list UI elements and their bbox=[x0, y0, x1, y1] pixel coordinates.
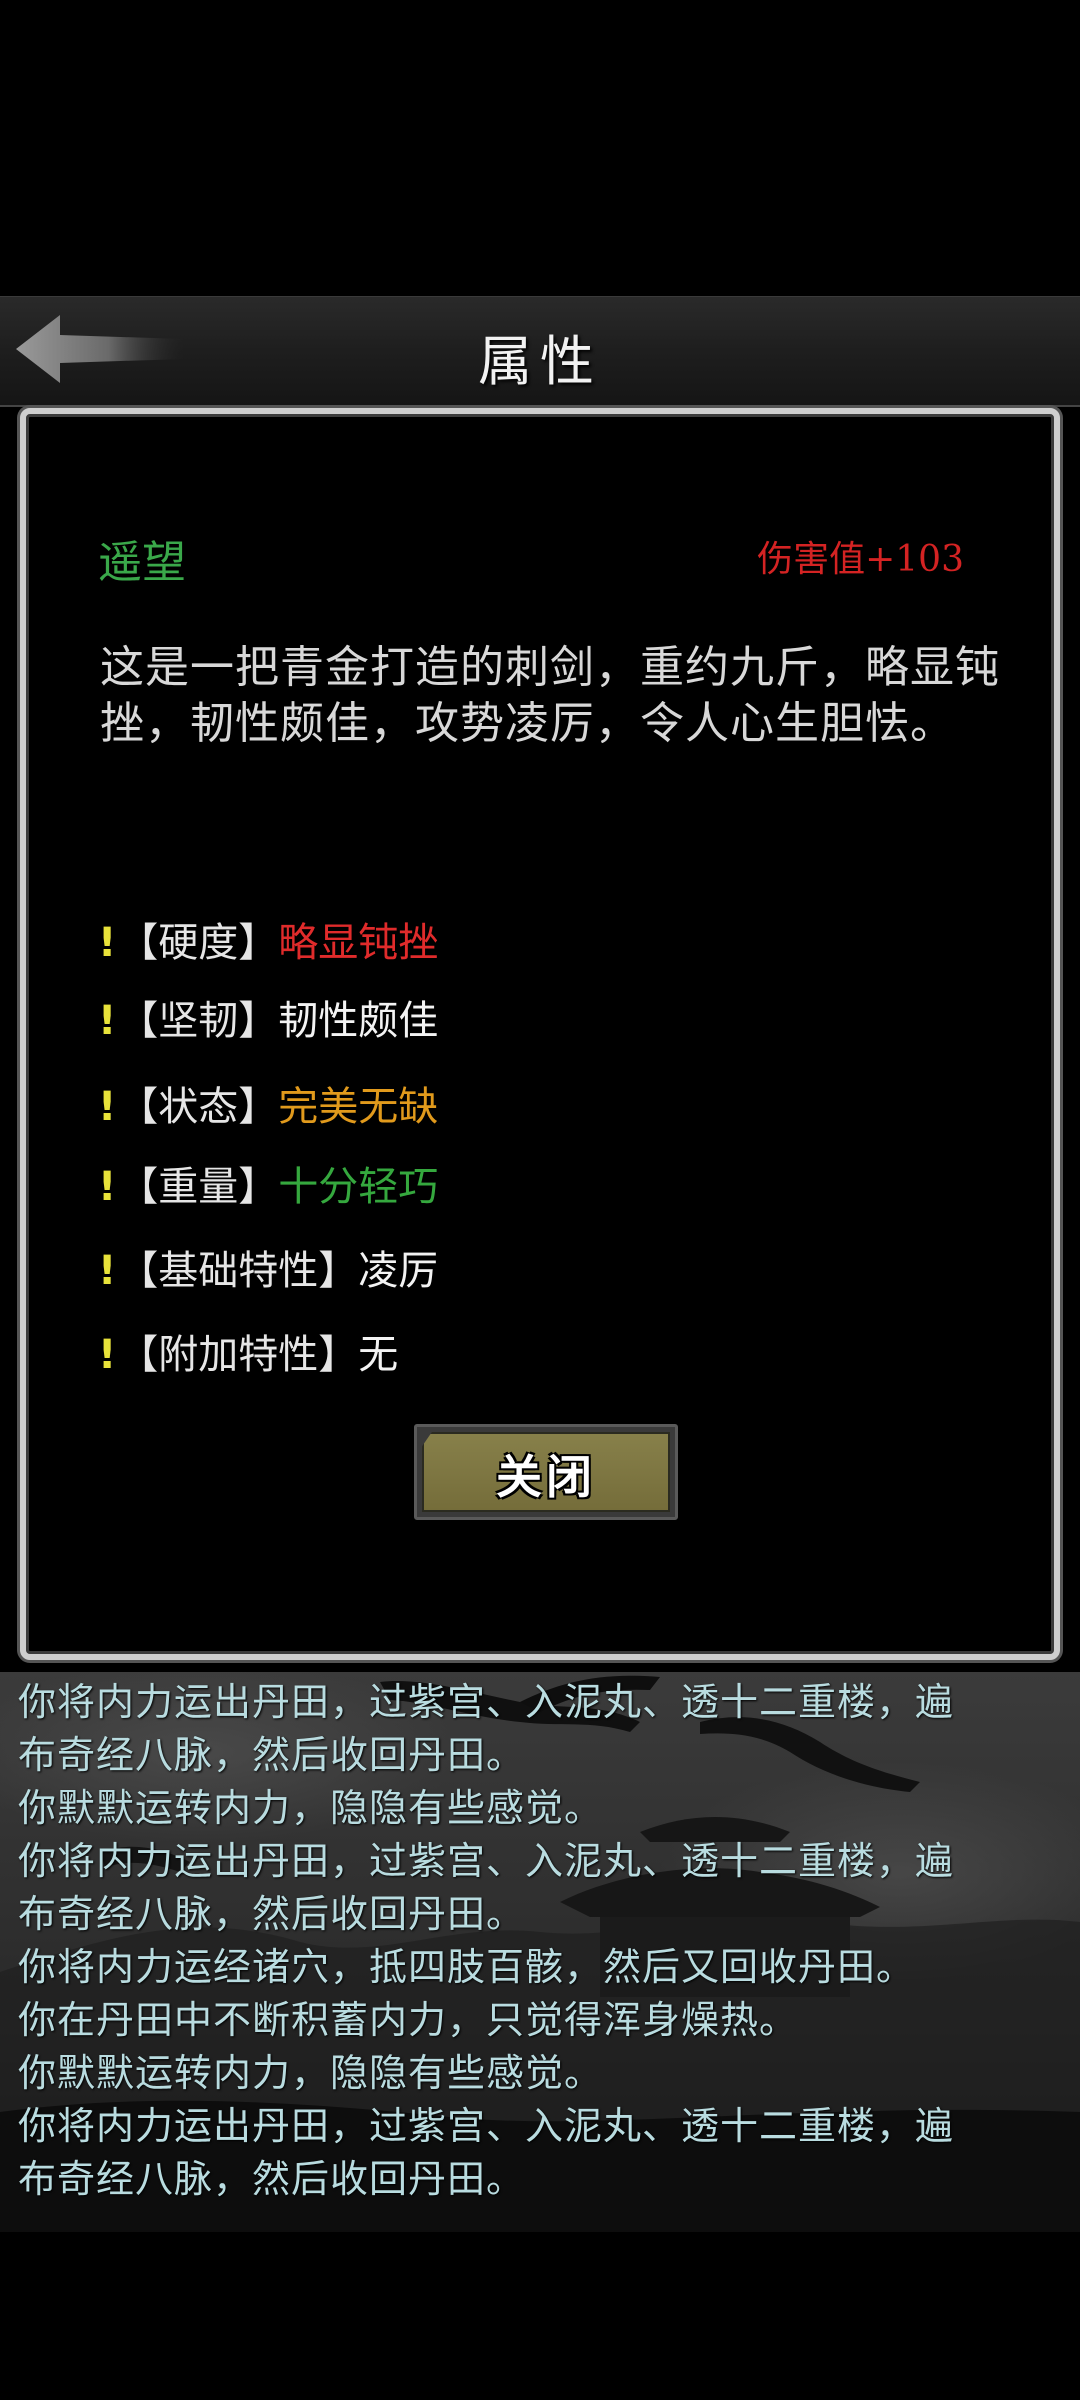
attribute-row-weight: !【重量】十分轻巧 bbox=[98, 1162, 438, 1212]
log-line: 你将内力运出丹田，过紫宫、入泥丸、透十二重楼，遍 bbox=[18, 1680, 955, 1724]
log-line: 你默默运转内力，隐隐有些感觉。 bbox=[18, 2051, 604, 2095]
attribute-value: 完美无缺 bbox=[278, 1084, 439, 1130]
attribute-label: 【坚韧】 bbox=[118, 998, 279, 1044]
log-line: 你将内力运出丹田，过紫宫、入泥丸、透十二重楼，遍 bbox=[18, 2104, 955, 2148]
item-detail-panel: 遥望 伤害值+103 这是一把青金打造的刺剑，重约九斤，略显钝挫，韧性颇佳，攻势… bbox=[20, 408, 1060, 1660]
log-line: 布奇经八脉，然后收回丹田。 bbox=[18, 1892, 526, 1936]
message-log[interactable]: 你将内力运出丹田，过紫宫、入泥丸、透十二重楼，遍 布奇经八脉，然后收回丹田。 你… bbox=[0, 1672, 1080, 2232]
attribute-row-extra-trait: !【附加特性】无 bbox=[98, 1330, 398, 1380]
alert-icon: ! bbox=[98, 1248, 117, 1294]
attribute-value: 凌厉 bbox=[358, 1248, 439, 1294]
alert-icon: ! bbox=[98, 1332, 117, 1378]
attribute-row-hardness: !【硬度】略显钝挫 bbox=[98, 918, 438, 968]
attribute-row-base-trait: !【基础特性】凌厉 bbox=[98, 1246, 438, 1296]
attribute-row-toughness: !【坚韧】韧性颇佳 bbox=[98, 996, 438, 1046]
close-button-label: 关闭 bbox=[496, 1450, 596, 1504]
attribute-value: 无 bbox=[358, 1332, 399, 1378]
log-line: 你在丹田中不断积蓄内力，只觉得浑身燥热。 bbox=[18, 1998, 799, 2042]
close-button[interactable]: 关闭 bbox=[414, 1424, 678, 1520]
attribute-label: 【状态】 bbox=[118, 1084, 279, 1130]
alert-icon: ! bbox=[98, 998, 117, 1044]
page-title: 属性 bbox=[478, 330, 602, 393]
log-line: 布奇经八脉，然后收回丹田。 bbox=[18, 2157, 526, 2201]
alert-icon: ! bbox=[98, 920, 117, 966]
log-line: 你将内力运出丹田，过紫宫、入泥丸、透十二重楼，遍 bbox=[18, 1839, 955, 1883]
header-bar: 属性 bbox=[0, 296, 1080, 407]
attribute-label: 【基础特性】 bbox=[118, 1248, 359, 1294]
attribute-label: 【附加特性】 bbox=[118, 1332, 359, 1378]
damage-value: 伤害值+103 bbox=[757, 539, 964, 580]
log-line: 布奇经八脉，然后收回丹田。 bbox=[18, 1733, 526, 1777]
attribute-value: 韧性颇佳 bbox=[278, 998, 439, 1044]
log-line: 你将内力运经诸穴，抵四肢百骸，然后又回收丹田。 bbox=[18, 1945, 916, 1989]
attribute-row-condition: !【状态】完美无缺 bbox=[98, 1082, 438, 1132]
item-name: 遥望 bbox=[98, 537, 186, 588]
log-line: 你默默运转内力，隐隐有些感觉。 bbox=[18, 1786, 604, 1830]
attribute-value: 略显钝挫 bbox=[278, 920, 439, 966]
alert-icon: ! bbox=[98, 1084, 117, 1130]
attribute-label: 【硬度】 bbox=[118, 920, 279, 966]
alert-icon: ! bbox=[98, 1164, 117, 1210]
attribute-label: 【重量】 bbox=[118, 1164, 279, 1210]
item-description: 这是一把青金打造的刺剑，重约九斤，略显钝挫，韧性颇佳，攻势凌厉，令人心生胆怯。 bbox=[100, 642, 1000, 749]
attribute-value: 十分轻巧 bbox=[278, 1164, 439, 1210]
log-lines: 你将内力运出丹田，过紫宫、入泥丸、透十二重楼，遍 布奇经八脉，然后收回丹田。 你… bbox=[18, 1676, 1068, 2206]
